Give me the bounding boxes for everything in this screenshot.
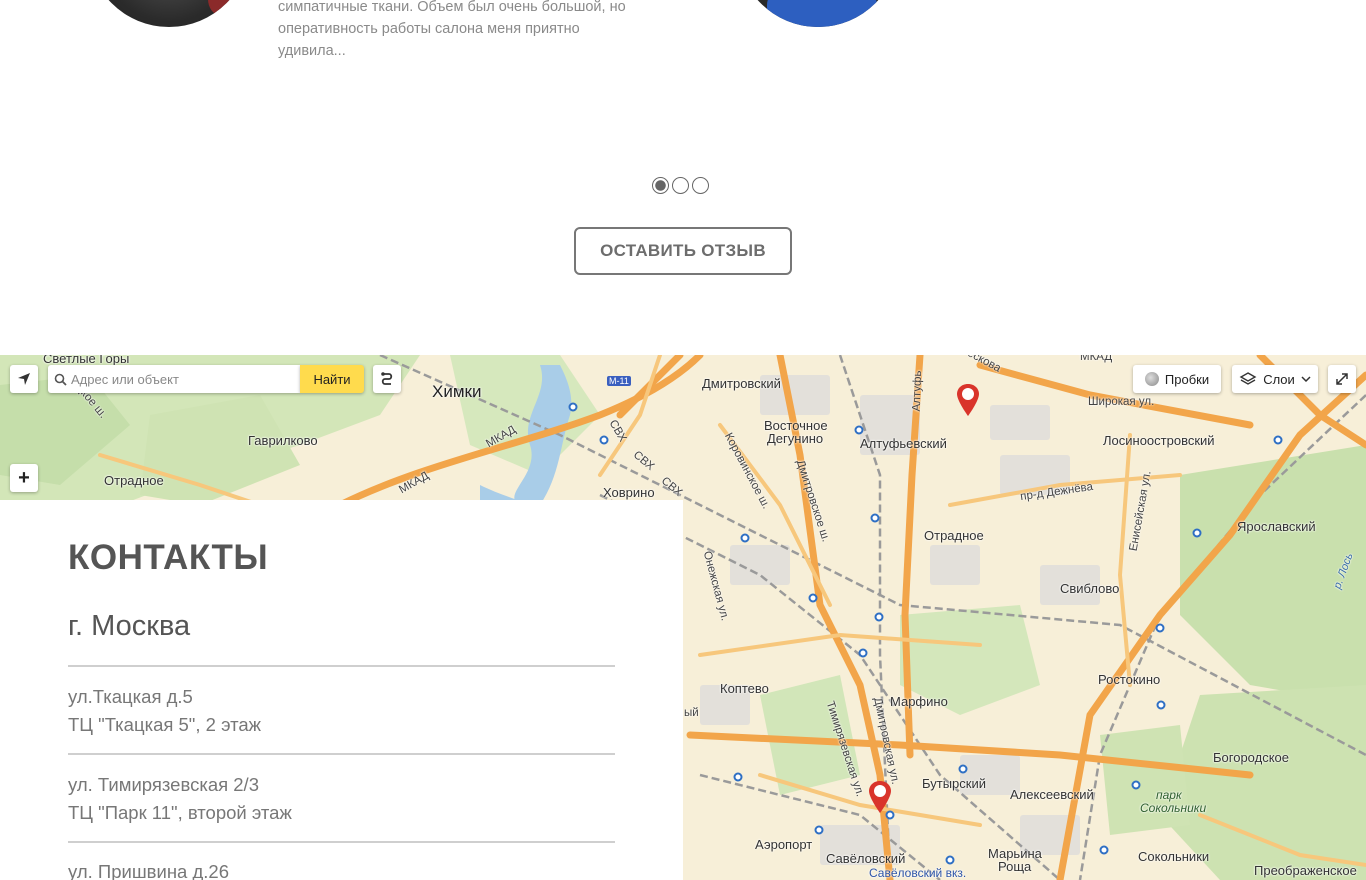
route-button[interactable]	[373, 365, 401, 393]
zoom-in-button[interactable]: +	[10, 464, 38, 492]
layers-label: Слои	[1263, 371, 1295, 387]
review-line: удивила...	[278, 43, 346, 59]
map-label: Марфино	[890, 694, 948, 709]
map-label: Ростокино	[1098, 672, 1161, 687]
address-item: ул. Тимирязевская 2/3 ТЦ "Парк 11", втор…	[68, 771, 292, 827]
slider-dot-2[interactable]	[672, 177, 689, 194]
review-text: симпатичные ткани. Объем был очень больш…	[278, 0, 628, 62]
review-line: симпатичные ткани. Объем был очень больш…	[278, 0, 626, 15]
reviewer-avatar	[737, 0, 899, 27]
slider-dot-1[interactable]	[652, 177, 669, 194]
map-find-button[interactable]: Найти	[300, 365, 364, 393]
map-label: Алтуфь	[910, 370, 925, 412]
city-name: г. Москва	[68, 610, 191, 642]
reviews-section: симпатичные ткани. Объем был очень больш…	[0, 0, 1366, 355]
slider-dot-3[interactable]	[692, 177, 709, 194]
contacts-title: КОНТАКТЫ	[68, 538, 269, 577]
divider	[68, 753, 615, 755]
route-icon	[381, 372, 393, 385]
leave-review-button[interactable]: ОСТАВИТЬ ОТЗЫВ	[574, 227, 792, 275]
map-label: Химки	[432, 382, 482, 401]
map-label: М-11	[607, 376, 631, 386]
traffic-button[interactable]: Пробки	[1133, 365, 1221, 393]
map-label: Свиблово	[1060, 581, 1120, 596]
search-icon	[54, 373, 67, 386]
map-label: Коптево	[720, 681, 769, 696]
map-label: Богородское	[1213, 750, 1290, 765]
reviewer-avatar	[88, 0, 250, 27]
map-label: Алексеевский	[1010, 787, 1094, 802]
expand-icon	[1336, 373, 1348, 385]
map-label: Роща	[998, 859, 1032, 874]
map-label: Сокольники	[1140, 801, 1207, 815]
map-label: ый	[684, 707, 699, 719]
location-marker-icon[interactable]	[955, 382, 981, 418]
address-details: ТЦ "Ткацкая 5", 2 этаж	[68, 714, 262, 735]
map-label: Преображенское	[1254, 863, 1357, 878]
map-label: Гаврилково	[248, 433, 318, 448]
divider	[68, 841, 615, 843]
geolocation-button[interactable]	[10, 365, 38, 393]
traffic-label: Пробки	[1164, 371, 1210, 387]
address-street: ул.Ткацкая д.5	[68, 686, 193, 707]
address-item: ул.Ткацкая д.5 ТЦ "Ткацкая 5", 2 этаж	[68, 683, 261, 739]
review-line: оперативность работы салона меня приятно	[278, 21, 580, 37]
map-label: Отрадное	[104, 473, 164, 488]
address-street: ул. Тимирязевская 2/3	[68, 774, 259, 795]
map-label: Ховрино	[603, 485, 655, 500]
fullscreen-button[interactable]	[1328, 365, 1356, 393]
divider	[68, 665, 615, 667]
map-label: Отрадное	[924, 528, 984, 543]
map-label: Дмитровский	[702, 376, 781, 391]
traffic-icon	[1144, 372, 1159, 386]
map-label: Сокольники	[1138, 849, 1210, 864]
map-label: Дегунино	[767, 431, 824, 446]
map-search-box	[48, 365, 300, 393]
layers-icon	[1239, 372, 1257, 385]
map-label: Савёловский вкз.	[869, 866, 967, 880]
chevron-down-icon	[1301, 376, 1311, 383]
map-label: Алтуфьевский	[860, 436, 947, 451]
slider-dots	[652, 177, 709, 194]
address-street: ул. Пришвина д.26	[68, 861, 229, 880]
map-label: Широкая ул.	[1088, 396, 1155, 408]
contacts-panel: КОНТАКТЫ г. Москва ул.Ткацкая д.5 ТЦ "Тк…	[0, 500, 683, 880]
map-search-input[interactable]	[71, 371, 296, 387]
map-label: МКАД	[1080, 355, 1113, 363]
map-label: Савёловский	[826, 851, 906, 866]
geolocation-arrow-icon	[18, 373, 30, 385]
address-details: ТЦ "Парк 11", второй этаж	[68, 802, 292, 823]
address-item: ул. Пришвина д.26	[68, 858, 229, 880]
location-marker-icon[interactable]	[867, 779, 893, 815]
layers-button[interactable]: Слои	[1232, 365, 1318, 393]
map-label: Бутырский	[922, 776, 986, 791]
map-label: Аэропорт	[755, 837, 813, 852]
map-label: Ярославский	[1237, 519, 1316, 534]
map-label: Лосиноостровский	[1103, 433, 1215, 448]
map-label: парк	[1156, 788, 1182, 802]
